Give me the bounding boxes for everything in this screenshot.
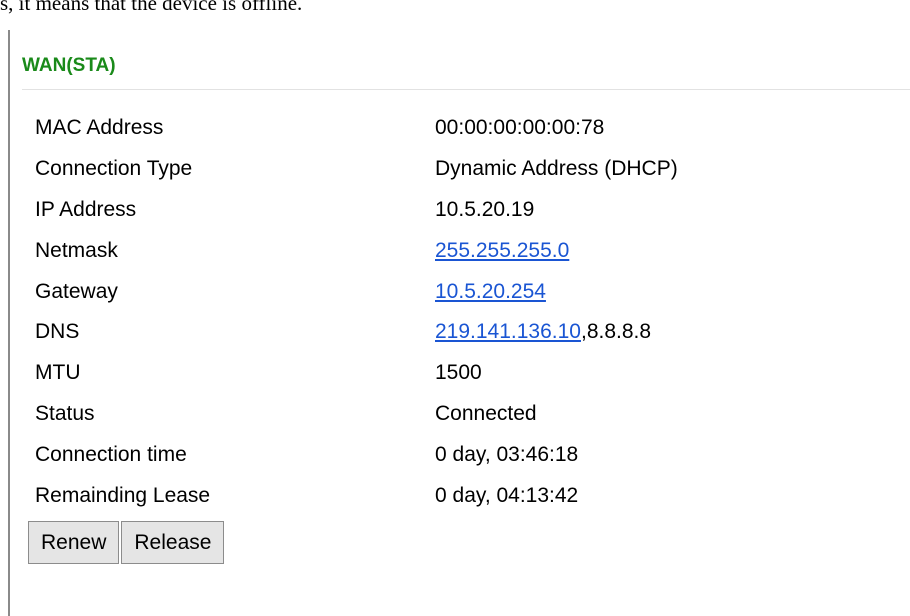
gateway-value: 10.5.20.254 (435, 280, 546, 304)
connection-type-label: Connection Type (35, 156, 193, 180)
remaining-lease-label: Remainding Lease (35, 484, 211, 508)
dns-primary-link[interactable]: 219.141.136.10 (435, 320, 581, 343)
release-button[interactable]: Release (121, 521, 225, 564)
netmask-link[interactable]: 255.255.255.0 (435, 239, 569, 262)
dns-value: 219.141.136.10,8.8.8.8 (435, 320, 651, 344)
left-border (8, 30, 10, 616)
dns-secondary: ,8.8.8.8 (580, 320, 652, 344)
mtu-value: 1500 (435, 361, 482, 385)
gateway-label: Gateway (35, 279, 118, 303)
dhcp-action-buttons: Renew Release (28, 521, 225, 564)
ip-address-value: 10.5.20.19 (435, 197, 535, 221)
header-text: s, it means that the device is offline. (0, 0, 303, 15)
connection-type-value: Dynamic Address (DHCP) (435, 156, 678, 180)
remaining-lease-value: 0 day, 04:13:42 (435, 484, 579, 508)
section-title: WAN(STA) (22, 55, 116, 76)
ip-address-label: IP Address (35, 197, 137, 221)
connection-time-value: 0 day, 03:46:18 (435, 443, 579, 467)
dns-label: DNS (35, 320, 80, 344)
netmask-value: 255.255.255.0 (435, 239, 569, 263)
gateway-link[interactable]: 10.5.20.254 (435, 280, 546, 303)
section-divider (22, 89, 910, 90)
mtu-label: MTU (35, 361, 81, 385)
netmask-label: Netmask (35, 238, 118, 262)
status-value: Connected (435, 402, 537, 426)
connection-time-label: Connection time (35, 443, 187, 467)
status-label: Status (35, 402, 95, 426)
mac-address-label: MAC Address (35, 116, 164, 139)
mac-address-value: 00:00:00:00:00:78 (435, 116, 605, 139)
renew-button[interactable]: Renew (28, 521, 120, 564)
